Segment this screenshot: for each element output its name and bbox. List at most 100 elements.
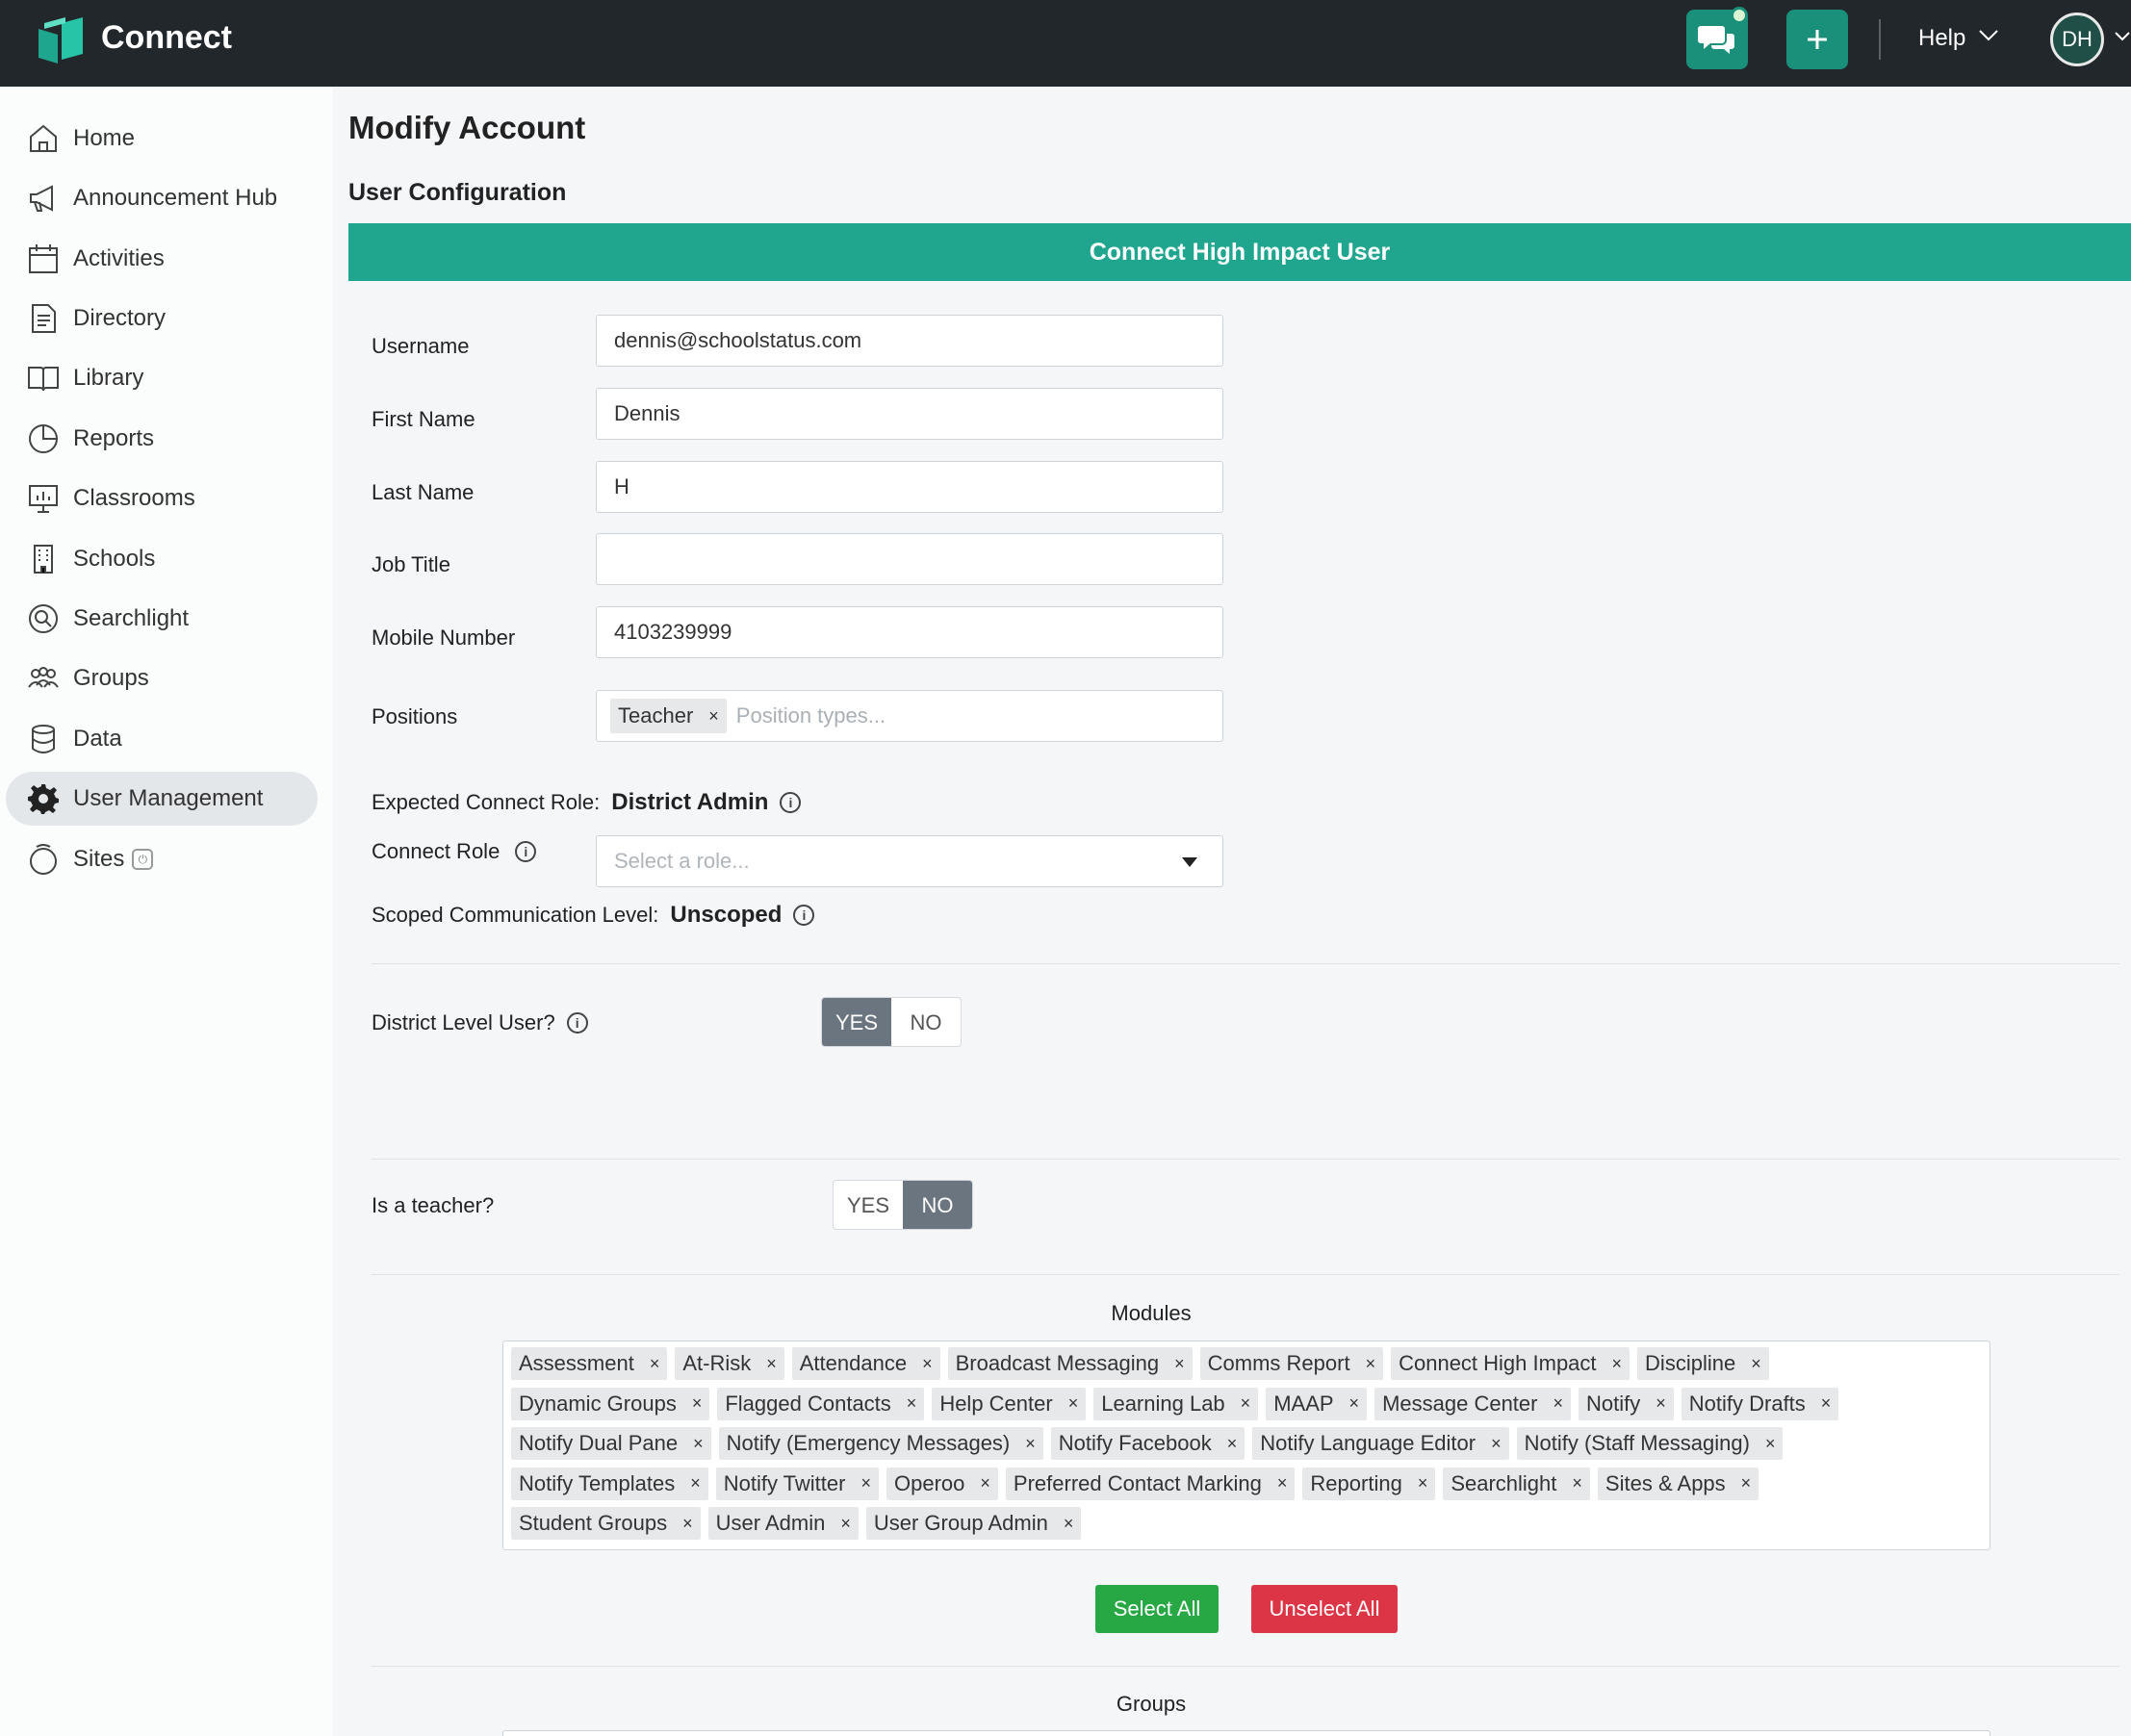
user-avatar[interactable]: DH [2050,13,2104,66]
sidebar-item-reports[interactable]: Reports [6,412,318,466]
expected-role-label: Expected Connect Role: [372,790,601,814]
module-tag-label: Learning Lab [1101,1391,1225,1416]
remove-tag-icon[interactable]: × [1656,1393,1666,1414]
chevron-down-icon[interactable] [2114,31,2131,42]
modules-multiselect[interactable]: Assessment × At-Risk × Attendance × Broadcast … [502,1340,1990,1550]
remove-tag-icon[interactable]: × [860,1473,871,1493]
sidebar-item-label: Searchlight [73,605,190,631]
district-level-no[interactable]: NO [891,998,961,1046]
positions-placeholder: Position types... [735,703,886,728]
select-all-button[interactable]: Select All [1095,1585,1219,1633]
remove-tag-icon[interactable]: × [693,1434,704,1454]
sidebar-item-announcement-hub[interactable]: Announcement Hub [6,171,318,225]
remove-tag-icon[interactable]: × [1277,1473,1288,1493]
info-icon[interactable]: i [566,1012,588,1034]
info-icon[interactable]: i [780,792,802,813]
remove-tag-icon[interactable]: × [1064,1514,1074,1534]
username-input[interactable]: dennis@schoolstatus.com [596,315,1223,367]
remove-tag-icon[interactable]: × [980,1473,990,1493]
chevron-down-icon[interactable] [1978,29,1999,42]
first-name-input[interactable]: Dennis [596,388,1223,440]
expected-role-value: District Admin [611,789,769,815]
last-name-label: Last Name [372,480,475,504]
remove-tag-icon[interactable]: × [690,1473,701,1493]
app-name: Connect [101,19,232,56]
district-level-yes[interactable]: YES [822,998,891,1046]
module-tag-label: Flagged Contacts [725,1391,891,1416]
groups-multiselect[interactable] [502,1730,1990,1736]
megaphone-icon [30,185,53,212]
remove-tag-icon[interactable]: × [1821,1393,1832,1414]
job-title-input[interactable] [596,533,1223,585]
is-teacher-yes[interactable]: YES [834,1181,903,1229]
sidebar-item-activities[interactable]: Activities [6,232,318,286]
module-tag-label: Notify Templates [519,1470,676,1495]
info-icon[interactable]: i [515,841,537,862]
banner-text: Connect High Impact User [1089,238,1391,266]
sidebar-item-label: Data [73,726,122,752]
positions-input[interactable]: Teacher × Position types... [596,690,1223,742]
first-name-label: First Name [372,407,475,431]
mobile-number-input[interactable]: 4103239999 [596,606,1223,658]
sidebar-item-user-management[interactable]: User Management [6,772,318,826]
page-title: Modify Account [348,110,586,145]
remove-tag-icon[interactable]: × [907,1393,917,1414]
is-teacher-no[interactable]: NO [903,1181,972,1229]
sidebar-item-schools[interactable]: Schools [6,532,318,586]
remove-tag-icon[interactable]: × [922,1354,933,1374]
module-tag: Reporting × [1302,1467,1436,1500]
remove-tag-icon[interactable]: × [708,706,719,727]
remove-tag-icon[interactable]: × [650,1354,660,1374]
help-menu[interactable]: Help [1918,25,1965,52]
remove-tag-icon[interactable]: × [1491,1434,1502,1454]
top-bar: Connect Help DH [0,0,2131,87]
remove-tag-icon[interactable]: × [1553,1393,1563,1414]
remove-tag-icon[interactable]: × [1174,1354,1185,1374]
info-icon[interactable]: i [793,905,815,926]
module-tag: Flagged Contacts × [717,1387,925,1420]
sidebar-item-directory[interactable]: Directory [6,292,318,345]
connect-role-placeholder: Select a role... [614,849,750,873]
positions-label: Positions [372,704,458,728]
module-tag-label: Notify Facebook [1058,1431,1212,1455]
searchlight-icon [29,604,58,633]
remove-tag-icon[interactable]: × [682,1514,693,1534]
add-button[interactable] [1786,10,1848,69]
unselect-all-button[interactable]: Unselect All [1251,1585,1398,1633]
connect-role-select[interactable]: Select a role... [596,835,1223,887]
remove-tag-icon[interactable]: × [840,1514,851,1534]
sidebar-item-groups[interactable]: Groups [6,651,318,705]
sidebar-item-data[interactable]: Data [6,712,318,766]
sidebar-item-label: Schools [73,546,156,572]
remove-tag-icon[interactable]: × [1418,1473,1428,1493]
remove-tag-icon[interactable]: × [1612,1354,1623,1374]
remove-tag-icon[interactable]: × [1227,1434,1238,1454]
remove-tag-icon[interactable]: × [1751,1354,1761,1374]
module-tag: Learning Lab × [1093,1387,1259,1420]
remove-tag-icon[interactable]: × [1025,1434,1036,1454]
remove-tag-icon[interactable]: × [1572,1473,1582,1493]
remove-tag-icon[interactable]: × [1349,1393,1360,1414]
remove-tag-icon[interactable]: × [766,1354,777,1374]
job-title-label: Job Title [372,552,450,576]
sidebar-item-classrooms[interactable]: Classrooms [6,472,318,525]
sidebar-item-sites[interactable]: Sites ⏻ [6,832,318,886]
book-icon [28,367,59,392]
last-name-input[interactable]: H [596,461,1223,513]
remove-tag-icon[interactable]: × [1765,1434,1776,1454]
sidebar-item-home[interactable]: Home [6,112,318,166]
topbar-divider [1879,19,1881,60]
remove-tag-icon[interactable]: × [1068,1393,1079,1414]
remove-tag-icon[interactable]: × [1241,1393,1251,1414]
section-divider [372,1274,2119,1275]
module-tag-label: Notify Drafts [1688,1391,1806,1416]
username-label: Username [372,334,470,358]
sidebar-item-searchlight[interactable]: Searchlight [6,592,318,646]
section-title: User Configuration [348,179,567,206]
remove-tag-icon[interactable]: × [692,1393,703,1414]
remove-tag-icon[interactable]: × [1741,1473,1752,1493]
sidebar-item-library[interactable]: Library [6,351,318,405]
connect-logo-icon[interactable] [37,15,85,65]
module-tag: Connect High Impact × [1391,1347,1630,1380]
remove-tag-icon[interactable]: × [1366,1354,1376,1374]
